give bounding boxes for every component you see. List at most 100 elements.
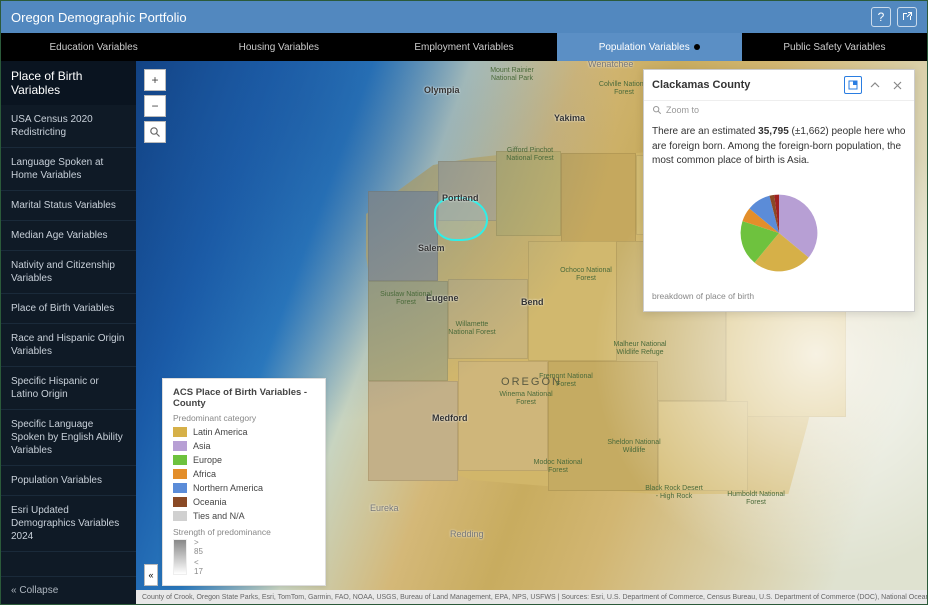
tab-employment[interactable]: Employment Variables <box>371 33 556 61</box>
sidebar-item-population[interactable]: Population Variables <box>1 466 136 496</box>
sidebar-item-median-age[interactable]: Median Age Variables <box>1 221 136 251</box>
legend-title: ACS Place of Birth Variables - County <box>173 387 315 409</box>
legend-swatch <box>173 511 187 521</box>
app-header: Oregon Demographic Portfolio ? <box>1 1 927 33</box>
collapse-label: Collapse <box>19 585 58 596</box>
city-label: Bend <box>521 297 544 307</box>
popup-header: Clackamas County <box>644 70 914 101</box>
legend-strength-label: Strength of predominance <box>173 527 315 537</box>
popup-pie-chart <box>644 175 914 287</box>
tab-label: Housing Variables <box>239 42 319 53</box>
county-patch <box>448 279 528 359</box>
share-button[interactable] <box>897 7 917 27</box>
map-search-button[interactable] <box>144 121 166 143</box>
sidebar-item-specific-language[interactable]: Specific Language Spoken by English Abil… <box>1 410 136 466</box>
forest-label: Ochoco National Forest <box>556 267 616 282</box>
active-dot-icon <box>694 44 700 50</box>
question-icon: ? <box>878 10 885 24</box>
legend-swatch <box>173 497 187 507</box>
forest-label: Malheur National Wildlife Refuge <box>610 341 670 356</box>
forest-label: Modoc National Forest <box>528 459 588 474</box>
legend-label: Africa <box>193 469 216 479</box>
popup-chart-caption: breakdown of place of birth <box>644 287 914 311</box>
forest-label: Gifford Pinchot National Forest <box>500 147 560 162</box>
map-viewport[interactable]: OREGON OlympiaYakimaKennewickPortlandSal… <box>136 61 927 604</box>
zoom-in-button[interactable]: + <box>144 69 166 91</box>
legend-swatch <box>173 427 187 437</box>
search-icon <box>149 126 161 138</box>
sidebar-item-nativity[interactable]: Nativity and Citizenship Variables <box>1 251 136 294</box>
chevron-up-icon <box>870 82 880 88</box>
selected-county-highlight <box>434 197 488 241</box>
help-button[interactable]: ? <box>871 7 891 27</box>
city-label: Wenatchee <box>588 61 633 69</box>
sidebar-item-census-2020[interactable]: USA Census 2020 Redistricting <box>1 105 136 148</box>
tab-label: Population Variables <box>599 42 690 53</box>
sidebar-items: USA Census 2020 Redistricting Language S… <box>1 105 136 576</box>
sidebar-item-specific-hispanic[interactable]: Specific Hispanic or Latino Origin <box>1 367 136 410</box>
city-label: Salem <box>418 243 445 253</box>
legend-label: Northern America <box>193 483 263 493</box>
tab-population[interactable]: Population Variables <box>557 33 742 61</box>
county-patch <box>368 191 438 281</box>
legend-label: Ties and N/A <box>193 511 245 521</box>
popup-buttons <box>844 76 906 94</box>
legend-swatch <box>173 483 187 493</box>
zoom-out-button[interactable]: − <box>144 95 166 117</box>
app-root: Oregon Demographic Portfolio ? Education… <box>0 0 928 605</box>
share-icon <box>901 11 913 23</box>
legend-row: Oceania <box>173 495 315 509</box>
tab-label: Education Variables <box>50 42 138 53</box>
sidebar-item-race-hispanic[interactable]: Race and Hispanic Origin Variables <box>1 324 136 367</box>
city-label: Olympia <box>424 85 460 95</box>
forest-label: Siuslaw National Forest <box>376 291 436 306</box>
legend-panel: ACS Place of Birth Variables - County Pr… <box>162 378 326 586</box>
forest-label: Sheldon National Wildlife <box>604 439 664 454</box>
county-patch <box>496 151 561 236</box>
tab-bar: Education Variables Housing Variables Em… <box>1 33 927 61</box>
legend-swatch <box>173 441 187 451</box>
legend-label: Asia <box>193 441 211 451</box>
popup-zoom-to[interactable]: Zoom to <box>644 101 914 119</box>
county-patch <box>658 401 748 491</box>
sidebar-collapse[interactable]: « Collapse <box>1 576 136 604</box>
legend-strength-hi: > 85 <box>194 538 203 556</box>
sidebar-item-place-of-birth[interactable]: Place of Birth Variables <box>1 294 136 324</box>
legend-label: Latin America <box>193 427 248 437</box>
popup-description: There are an estimated 35,795 (±1,662) p… <box>644 119 914 175</box>
legend-row: Asia <box>173 439 315 453</box>
legend-strength-gradient: > 85 < 17 <box>173 539 187 575</box>
dock-icon <box>848 80 858 90</box>
attribution-sources: County of Crook, Oregon State Parks, Esr… <box>142 594 927 601</box>
city-label: Eureka <box>370 503 399 513</box>
app-title: Oregon Demographic Portfolio <box>11 10 187 25</box>
legend-label: Europe <box>193 455 222 465</box>
tab-housing[interactable]: Housing Variables <box>186 33 371 61</box>
tab-label: Public Safety Variables <box>783 42 885 53</box>
forest-label: Fremont National Forest <box>536 373 596 388</box>
sidebar: Place of Birth Variables USA Census 2020… <box>1 61 136 604</box>
city-label: Medford <box>432 413 468 423</box>
sidebar-title: Place of Birth Variables <box>1 61 136 105</box>
feature-popup: Clackamas County <box>643 69 915 312</box>
legend-toggle[interactable]: « <box>144 564 158 586</box>
legend-row: Europe <box>173 453 315 467</box>
legend-row: Ties and N/A <box>173 509 315 523</box>
legend-row: Latin America <box>173 425 315 439</box>
popup-collapse-button[interactable] <box>866 76 884 94</box>
sidebar-item-marital[interactable]: Marital Status Variables <box>1 191 136 221</box>
tab-label: Employment Variables <box>414 42 513 53</box>
popup-dock-button[interactable] <box>844 76 862 94</box>
tab-public-safety[interactable]: Public Safety Variables <box>742 33 927 61</box>
legend-row: Africa <box>173 467 315 481</box>
forest-label: Winema National Forest <box>496 391 556 406</box>
popup-close-button[interactable] <box>888 76 906 94</box>
city-label: Redding <box>450 529 484 539</box>
tab-education[interactable]: Education Variables <box>1 33 186 61</box>
legend-swatch <box>173 455 187 465</box>
legend-strength-lo: < 17 <box>194 558 203 576</box>
forest-label: Black Rock Desert - High Rock <box>644 485 704 500</box>
sidebar-item-esri-demographics[interactable]: Esri Updated Demographics Variables 2024 <box>1 496 136 552</box>
sidebar-item-language[interactable]: Language Spoken at Home Variables <box>1 148 136 191</box>
city-label: Portland <box>442 193 479 203</box>
